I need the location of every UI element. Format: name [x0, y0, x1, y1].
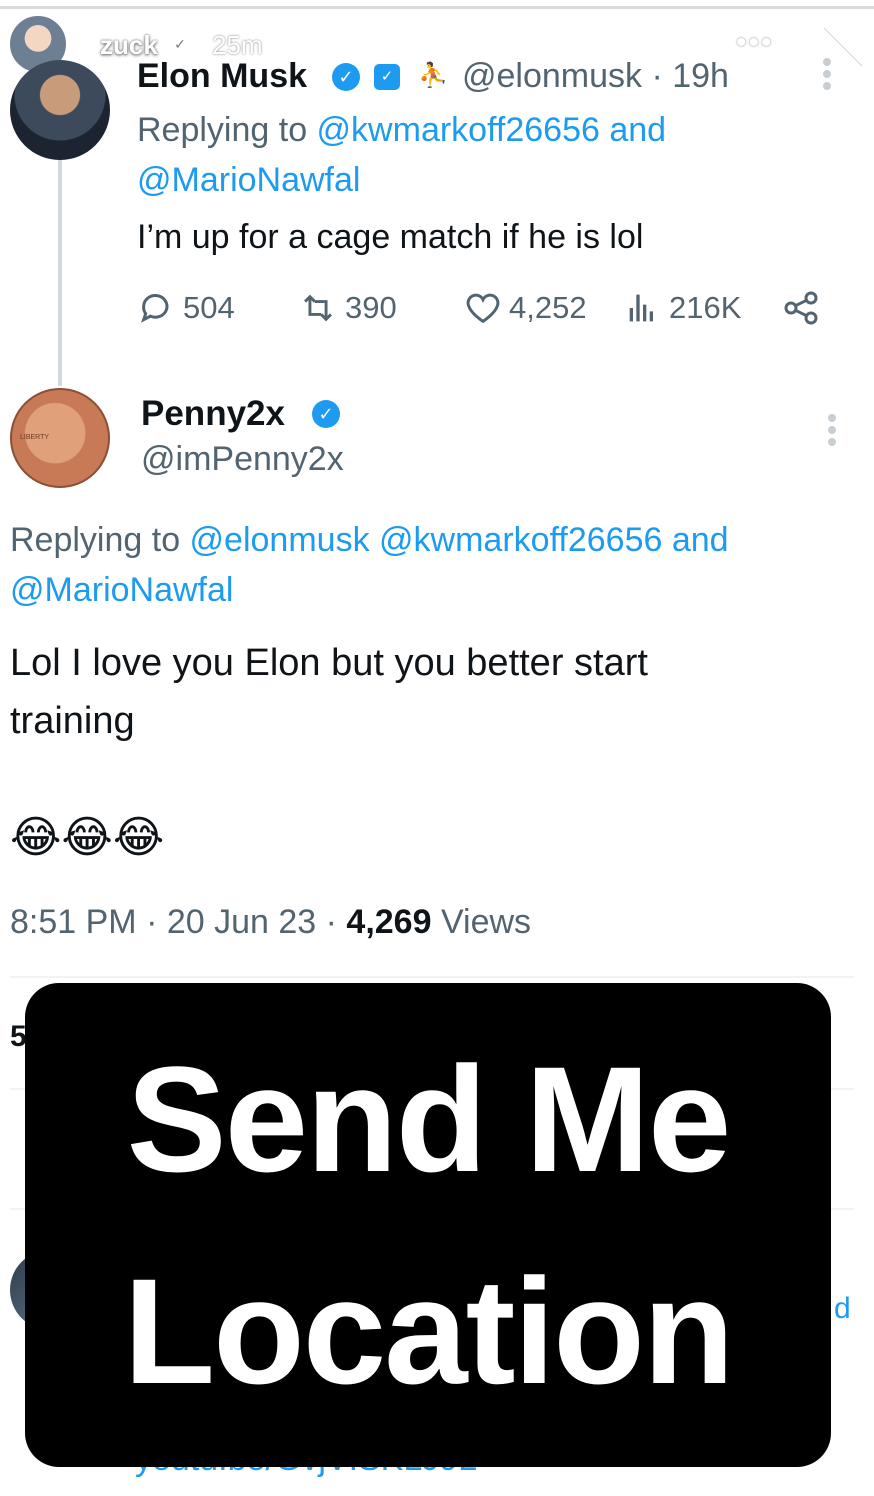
verified-badge-icon: ✓: [332, 63, 360, 91]
share-button[interactable]: [781, 288, 821, 328]
mention-link[interactable]: @MarioNawfal: [10, 571, 233, 609]
retweet-button[interactable]: 390: [297, 288, 397, 328]
penny-replying-to-line-2: @MarioNawfal: [10, 565, 233, 615]
replying-to-label: Replying to: [10, 521, 190, 559]
penny-replying-to: Replying to @elonmusk @kwmarkoff26656 an…: [10, 515, 729, 565]
elon-handle-time[interactable]: @elonmusk · 19h: [462, 57, 729, 96]
reply-icon: [141, 294, 169, 323]
mention-link[interactable]: @kwmarkoff26656: [379, 521, 662, 559]
like-count: 4,252: [509, 290, 587, 325]
and-word: and: [662, 521, 729, 559]
replying-to-label: Replying to: [137, 111, 317, 149]
thread-connector-line: [58, 140, 62, 386]
elon-replying-to: Replying to @kwmarkoff26656 and: [137, 105, 666, 155]
penny-avatar[interactable]: LIBERTY: [10, 388, 110, 488]
sticker-line-1: Send Me: [126, 1035, 732, 1203]
views-number: 4,269: [346, 903, 432, 941]
story-text-sticker: Send Me Location: [25, 983, 831, 1467]
penny-display-name[interactable]: Penny2x: [141, 394, 285, 434]
divider: [10, 976, 854, 978]
penny-timestamp: 8:51 PM · 20 Jun 23 · 4,269 Views: [10, 903, 531, 942]
peek-follow-letter: d: [834, 1292, 851, 1325]
penny-tweet-text-line-1: Lol I love you Elon but you better start: [10, 642, 648, 684]
time-date: 8:51 PM · 20 Jun 23 ·: [10, 903, 347, 941]
verified-badge-icon: ✓: [312, 400, 340, 428]
penny-tweet-emojis: 😂😂😂: [10, 813, 165, 862]
story-progress-bar: [0, 6, 874, 9]
subscription-badge-icon: ✓: [374, 64, 400, 90]
story-verified-badge-icon: ✓: [170, 34, 190, 54]
elon-action-bar: 504 390 4,252 216K: [137, 288, 837, 338]
mention-link[interactable]: @kwmarkoff26656: [317, 111, 600, 149]
penny-more-icon[interactable]: [828, 414, 838, 450]
retweet-icon: [304, 294, 332, 322]
share-icon: [784, 291, 818, 325]
views-label: Views: [431, 903, 532, 941]
elon-avatar[interactable]: [10, 60, 110, 160]
views-icon: [629, 294, 653, 322]
like-button[interactable]: 4,252: [463, 288, 587, 328]
views-button[interactable]: 216K: [623, 288, 741, 328]
affiliate-icon: ⛹: [418, 62, 448, 89]
elon-tweet-text: I’m up for a cage match if he is lol: [137, 218, 644, 256]
like-icon: [466, 293, 500, 324]
reply-button[interactable]: 504: [137, 288, 235, 328]
story-more-icon[interactable]: •••: [736, 26, 774, 60]
penny-tweet-text-line-2: training: [10, 700, 135, 742]
sticker-line-2: Location: [123, 1247, 735, 1415]
penny-handle[interactable]: @imPenny2x: [141, 440, 344, 479]
elon-replying-to-line-2: @MarioNawfal: [137, 155, 360, 205]
view-count: 216K: [669, 290, 742, 325]
retweet-count: 390: [345, 290, 397, 325]
mention-link[interactable]: @MarioNawfal: [137, 161, 360, 199]
elon-display-name[interactable]: Elon Musk: [137, 57, 307, 96]
and-word: and: [599, 111, 667, 149]
reply-count: 504: [183, 290, 235, 325]
mention-link[interactable]: @elonmusk: [190, 521, 370, 559]
elon-more-icon[interactable]: [823, 58, 833, 94]
